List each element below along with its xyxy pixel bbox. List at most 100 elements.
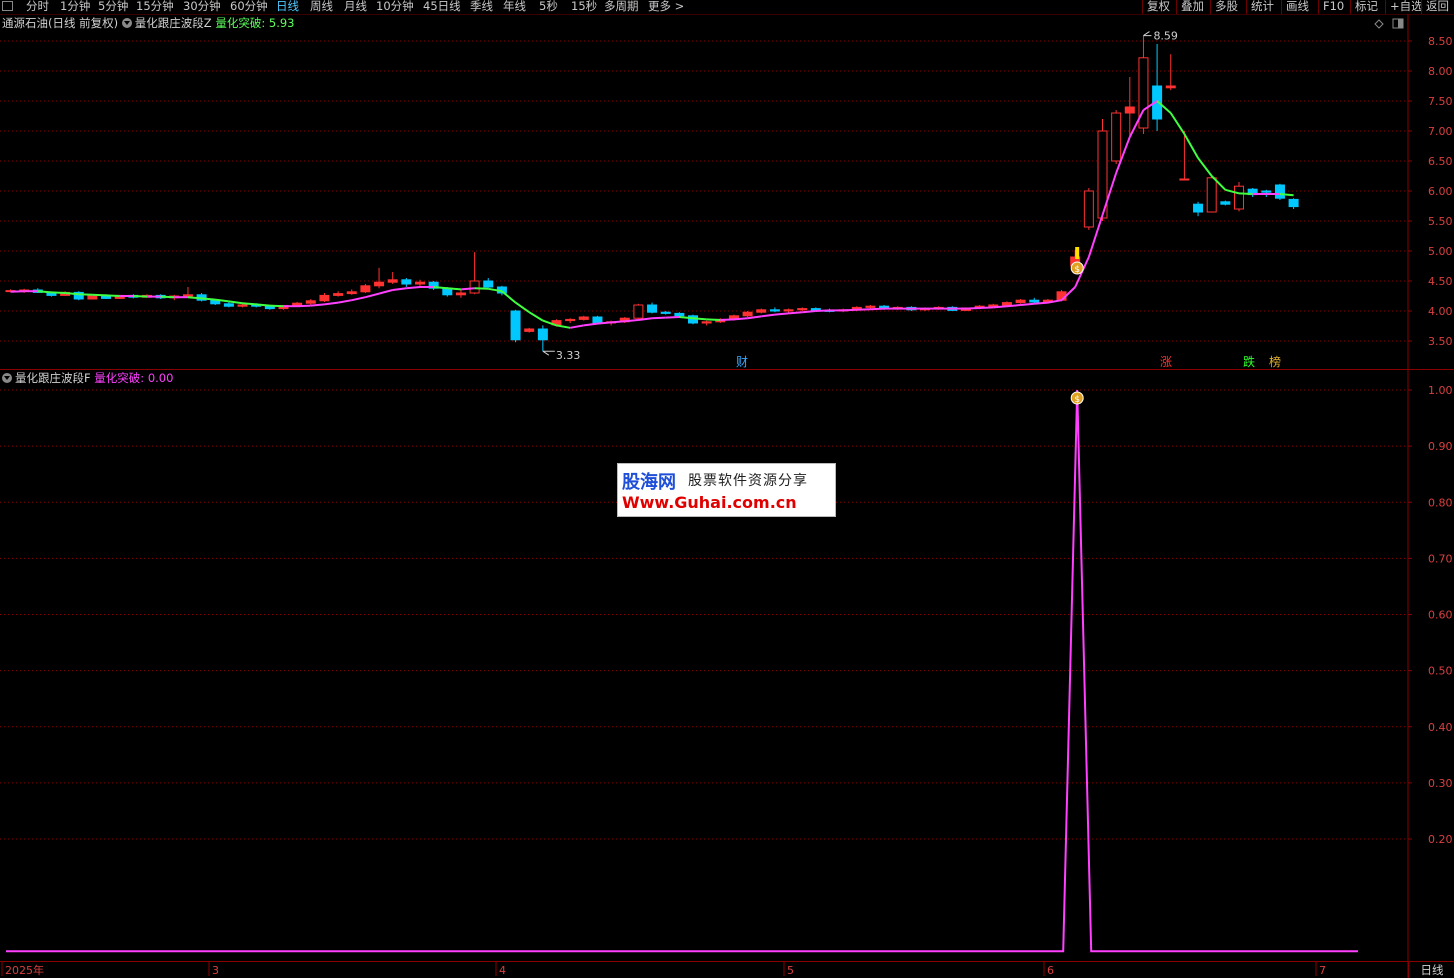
ma-line-segment xyxy=(856,308,871,311)
watermark-url: Www.Guhai.com.cn xyxy=(622,493,797,512)
sub-y-tick-label: 0.40 xyxy=(1428,721,1453,734)
sub-y-tick-label: 0.20 xyxy=(1428,833,1453,846)
ma-line-segment xyxy=(337,299,352,304)
candle-body xyxy=(783,309,794,312)
main-y-tick-label: 8.00 xyxy=(1428,65,1453,78)
sub-indicator-name[interactable]: 量化跟庄波段F xyxy=(15,371,91,385)
candle-body xyxy=(510,310,521,341)
x-tick-label: 7 xyxy=(1319,964,1326,977)
ma-line-segment xyxy=(870,307,885,311)
main-indicator-name[interactable]: 量化跟庄波段Z xyxy=(135,16,212,30)
ma-line-segment xyxy=(611,320,625,324)
sub-y-tick-label: 0.70 xyxy=(1428,552,1453,565)
candle-body xyxy=(1206,177,1217,213)
sub-money-bag-symbol: $ xyxy=(1074,395,1080,405)
ma-line-segment xyxy=(706,318,721,321)
ma-line-segment xyxy=(624,319,639,323)
ma-line-segment xyxy=(269,304,284,308)
ma-line-segment xyxy=(979,306,994,309)
candle-body xyxy=(701,321,712,324)
diamond-icon xyxy=(1374,19,1384,29)
candle-body xyxy=(223,303,234,307)
candle-body xyxy=(647,304,658,313)
candle-body xyxy=(401,279,412,285)
main-y-tick-label: 3.50 xyxy=(1428,335,1453,348)
ma-line-segment xyxy=(228,300,243,305)
candle-body xyxy=(319,294,330,302)
x-tick-label: 3 xyxy=(212,964,219,977)
candle-body xyxy=(769,309,780,312)
ma-line-segment xyxy=(310,303,325,307)
candle-body xyxy=(237,304,248,307)
ma-line-segment xyxy=(106,294,120,297)
ma-line-segment xyxy=(788,311,803,315)
ma-line-segment xyxy=(65,292,79,296)
ma-line-segment xyxy=(37,290,52,294)
candle-body xyxy=(1288,198,1299,208)
ma-line-segment xyxy=(474,287,489,290)
ma-line-segment xyxy=(378,289,393,295)
candle-body xyxy=(865,305,876,308)
ma-line-segment xyxy=(1238,192,1253,195)
ma-line-segment xyxy=(501,290,517,304)
ma-line-segment xyxy=(556,324,571,329)
candle-body xyxy=(1274,184,1285,199)
candle-body xyxy=(1111,112,1122,162)
event-marker: 财 xyxy=(736,355,748,369)
main-y-tick-label: 4.00 xyxy=(1428,305,1453,318)
candle-body xyxy=(674,312,685,317)
ma-line-segment xyxy=(774,312,789,316)
main-y-tick-label: 8.50 xyxy=(1428,35,1453,48)
ma-line-segment xyxy=(1183,133,1199,159)
watermark-logo: 股海网 xyxy=(622,472,676,493)
candle-body xyxy=(360,285,371,293)
candle-body xyxy=(756,309,767,313)
x-tick-label: 5 xyxy=(787,964,794,977)
ma-line-segment xyxy=(569,324,584,329)
candle-body xyxy=(1001,302,1012,306)
ma-line-segment xyxy=(187,296,202,300)
ma-line-segment xyxy=(652,316,666,320)
candle-body xyxy=(1234,185,1244,210)
main-y-tick-label: 5.50 xyxy=(1428,215,1453,228)
indicator-dropdown-icon[interactable] xyxy=(121,18,132,28)
main-y-tick-label: 7.00 xyxy=(1428,125,1453,138)
candle-body xyxy=(592,316,603,324)
candle-body xyxy=(742,311,753,317)
panel-toggle-fill xyxy=(1398,19,1403,28)
main-indicator-value: 5.93 xyxy=(268,16,295,30)
sub-indicator-label: 量化突破: xyxy=(94,371,145,385)
sub-panel-header: 量化跟庄波段F 量化突破: 0.00 xyxy=(2,370,173,386)
ma-line-segment xyxy=(392,287,407,291)
main-y-tick-label: 6.00 xyxy=(1428,185,1453,198)
main-panel-header: 通源石油(日线 前复权) 量化跟庄波段Z 量化突破: 5.93 xyxy=(2,15,294,31)
candle-body xyxy=(387,279,398,283)
ma-line-segment xyxy=(815,309,830,312)
signal-exclaim-icon xyxy=(1075,247,1080,259)
candle-body xyxy=(537,328,548,341)
candle-body xyxy=(1029,299,1040,303)
ma-line-segment xyxy=(324,301,339,306)
candle-body xyxy=(1015,299,1026,304)
ma-line-segment xyxy=(51,291,66,294)
ma-line-segment xyxy=(720,318,734,321)
sub-indicator-dropdown-icon[interactable] xyxy=(2,373,12,383)
candle-body xyxy=(483,280,494,288)
watermark-tagline: 股票软件资源分享 xyxy=(688,473,808,489)
ma-line-segment xyxy=(843,308,857,312)
candle-body xyxy=(374,281,385,287)
ma-line-segment xyxy=(242,302,257,306)
main-y-tick-label: 7.50 xyxy=(1428,95,1453,108)
candle-body xyxy=(455,292,466,296)
candle-body xyxy=(1083,190,1094,228)
candle-body xyxy=(565,318,576,322)
candle-body xyxy=(1220,201,1231,205)
ma-line-segment xyxy=(1006,304,1021,308)
candle-body xyxy=(797,308,808,311)
main-y-tick-label: 4.50 xyxy=(1428,275,1453,288)
ma-line-segment xyxy=(583,322,598,327)
period-indicator[interactable]: 日线 xyxy=(1408,962,1454,978)
ma-line-segment xyxy=(10,290,25,293)
candle-body xyxy=(182,294,193,297)
sub-y-tick-label: 0.60 xyxy=(1428,609,1453,622)
